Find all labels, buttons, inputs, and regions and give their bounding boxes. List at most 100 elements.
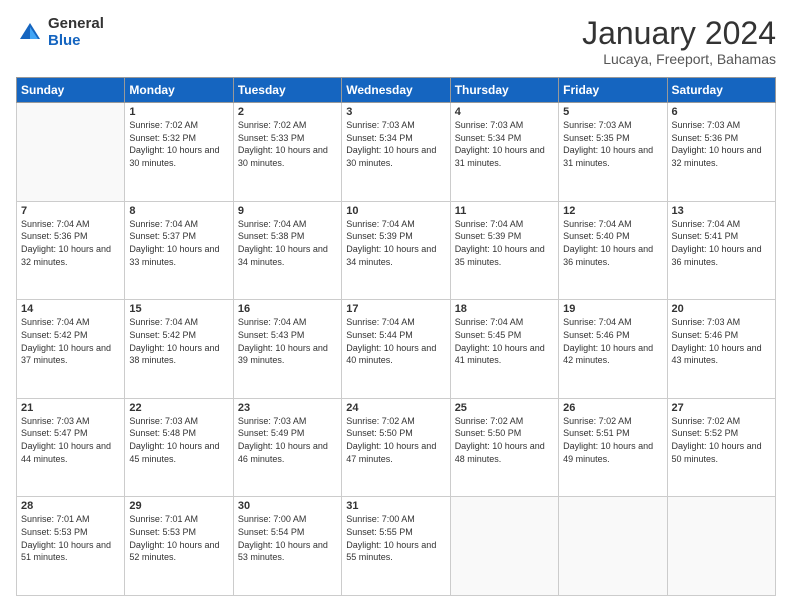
col-wednesday: Wednesday (342, 78, 450, 103)
table-row: 15 Sunrise: 7:04 AMSunset: 5:42 PMDaylig… (125, 300, 233, 399)
day-number: 15 (129, 303, 228, 315)
table-row: 25 Sunrise: 7:02 AMSunset: 5:50 PMDaylig… (450, 398, 558, 497)
table-row: 2 Sunrise: 7:02 AMSunset: 5:33 PMDayligh… (233, 103, 341, 202)
day-info: Sunrise: 7:03 AMSunset: 5:34 PMDaylight:… (346, 120, 436, 168)
day-number: 21 (21, 402, 120, 414)
day-number: 5 (563, 106, 662, 118)
day-info: Sunrise: 7:04 AMSunset: 5:39 PMDaylight:… (455, 219, 545, 267)
table-row: 31 Sunrise: 7:00 AMSunset: 5:55 PMDaylig… (342, 497, 450, 596)
col-saturday: Saturday (667, 78, 775, 103)
table-row: 13 Sunrise: 7:04 AMSunset: 5:41 PMDaylig… (667, 201, 775, 300)
day-info: Sunrise: 7:04 AMSunset: 5:46 PMDaylight:… (563, 317, 653, 365)
logo-general-text: General (48, 16, 104, 33)
day-info: Sunrise: 7:03 AMSunset: 5:48 PMDaylight:… (129, 416, 219, 464)
table-row: 9 Sunrise: 7:04 AMSunset: 5:38 PMDayligh… (233, 201, 341, 300)
day-info: Sunrise: 7:04 AMSunset: 5:45 PMDaylight:… (455, 317, 545, 365)
table-row (667, 497, 775, 596)
col-tuesday: Tuesday (233, 78, 341, 103)
day-info: Sunrise: 7:04 AMSunset: 5:36 PMDaylight:… (21, 219, 111, 267)
day-number: 19 (563, 303, 662, 315)
table-row: 29 Sunrise: 7:01 AMSunset: 5:53 PMDaylig… (125, 497, 233, 596)
day-info: Sunrise: 7:03 AMSunset: 5:49 PMDaylight:… (238, 416, 328, 464)
table-row: 22 Sunrise: 7:03 AMSunset: 5:48 PMDaylig… (125, 398, 233, 497)
table-row: 24 Sunrise: 7:02 AMSunset: 5:50 PMDaylig… (342, 398, 450, 497)
table-row: 11 Sunrise: 7:04 AMSunset: 5:39 PMDaylig… (450, 201, 558, 300)
calendar: Sunday Monday Tuesday Wednesday Thursday… (16, 77, 776, 596)
table-row: 19 Sunrise: 7:04 AMSunset: 5:46 PMDaylig… (559, 300, 667, 399)
day-number: 16 (238, 303, 337, 315)
calendar-header-row: Sunday Monday Tuesday Wednesday Thursday… (17, 78, 776, 103)
day-info: Sunrise: 7:03 AMSunset: 5:34 PMDaylight:… (455, 120, 545, 168)
table-row: 26 Sunrise: 7:02 AMSunset: 5:51 PMDaylig… (559, 398, 667, 497)
day-info: Sunrise: 7:04 AMSunset: 5:40 PMDaylight:… (563, 219, 653, 267)
logo-icon (16, 19, 44, 47)
day-number: 9 (238, 205, 337, 217)
day-number: 10 (346, 205, 445, 217)
table-row: 3 Sunrise: 7:03 AMSunset: 5:34 PMDayligh… (342, 103, 450, 202)
day-number: 27 (672, 402, 771, 414)
day-info: Sunrise: 7:04 AMSunset: 5:38 PMDaylight:… (238, 219, 328, 267)
table-row: 14 Sunrise: 7:04 AMSunset: 5:42 PMDaylig… (17, 300, 125, 399)
table-row: 10 Sunrise: 7:04 AMSunset: 5:39 PMDaylig… (342, 201, 450, 300)
logo-text: General Blue (48, 16, 104, 49)
table-row: 1 Sunrise: 7:02 AMSunset: 5:32 PMDayligh… (125, 103, 233, 202)
header-right: January 2024 Lucaya, Freeport, Bahamas (582, 16, 776, 67)
day-number: 6 (672, 106, 771, 118)
day-number: 4 (455, 106, 554, 118)
day-number: 20 (672, 303, 771, 315)
day-info: Sunrise: 7:00 AMSunset: 5:55 PMDaylight:… (346, 514, 436, 562)
day-number: 3 (346, 106, 445, 118)
location: Lucaya, Freeport, Bahamas (582, 51, 776, 67)
col-monday: Monday (125, 78, 233, 103)
day-number: 12 (563, 205, 662, 217)
day-info: Sunrise: 7:02 AMSunset: 5:33 PMDaylight:… (238, 120, 328, 168)
day-info: Sunrise: 7:04 AMSunset: 5:37 PMDaylight:… (129, 219, 219, 267)
day-info: Sunrise: 7:03 AMSunset: 5:47 PMDaylight:… (21, 416, 111, 464)
table-row: 28 Sunrise: 7:01 AMSunset: 5:53 PMDaylig… (17, 497, 125, 596)
table-row: 16 Sunrise: 7:04 AMSunset: 5:43 PMDaylig… (233, 300, 341, 399)
table-row: 18 Sunrise: 7:04 AMSunset: 5:45 PMDaylig… (450, 300, 558, 399)
day-info: Sunrise: 7:04 AMSunset: 5:41 PMDaylight:… (672, 219, 762, 267)
page: General Blue January 2024 Lucaya, Freepo… (0, 0, 792, 612)
day-info: Sunrise: 7:02 AMSunset: 5:50 PMDaylight:… (346, 416, 436, 464)
day-number: 31 (346, 500, 445, 512)
day-info: Sunrise: 7:01 AMSunset: 5:53 PMDaylight:… (21, 514, 111, 562)
table-row: 23 Sunrise: 7:03 AMSunset: 5:49 PMDaylig… (233, 398, 341, 497)
table-row (559, 497, 667, 596)
table-row: 21 Sunrise: 7:03 AMSunset: 5:47 PMDaylig… (17, 398, 125, 497)
col-sunday: Sunday (17, 78, 125, 103)
calendar-body: 1 Sunrise: 7:02 AMSunset: 5:32 PMDayligh… (17, 103, 776, 596)
day-number: 23 (238, 402, 337, 414)
table-row (450, 497, 558, 596)
day-number: 7 (21, 205, 120, 217)
month-title: January 2024 (582, 16, 776, 51)
day-number: 2 (238, 106, 337, 118)
day-number: 28 (21, 500, 120, 512)
header: General Blue January 2024 Lucaya, Freepo… (16, 16, 776, 67)
table-row (17, 103, 125, 202)
table-row: 7 Sunrise: 7:04 AMSunset: 5:36 PMDayligh… (17, 201, 125, 300)
day-info: Sunrise: 7:01 AMSunset: 5:53 PMDaylight:… (129, 514, 219, 562)
col-friday: Friday (559, 78, 667, 103)
day-info: Sunrise: 7:04 AMSunset: 5:42 PMDaylight:… (21, 317, 111, 365)
table-row: 6 Sunrise: 7:03 AMSunset: 5:36 PMDayligh… (667, 103, 775, 202)
day-number: 8 (129, 205, 228, 217)
day-number: 13 (672, 205, 771, 217)
table-row: 20 Sunrise: 7:03 AMSunset: 5:46 PMDaylig… (667, 300, 775, 399)
table-row: 8 Sunrise: 7:04 AMSunset: 5:37 PMDayligh… (125, 201, 233, 300)
day-info: Sunrise: 7:04 AMSunset: 5:44 PMDaylight:… (346, 317, 436, 365)
day-number: 17 (346, 303, 445, 315)
day-number: 18 (455, 303, 554, 315)
day-info: Sunrise: 7:03 AMSunset: 5:35 PMDaylight:… (563, 120, 653, 168)
table-row: 4 Sunrise: 7:03 AMSunset: 5:34 PMDayligh… (450, 103, 558, 202)
table-row: 12 Sunrise: 7:04 AMSunset: 5:40 PMDaylig… (559, 201, 667, 300)
table-row: 27 Sunrise: 7:02 AMSunset: 5:52 PMDaylig… (667, 398, 775, 497)
day-info: Sunrise: 7:02 AMSunset: 5:52 PMDaylight:… (672, 416, 762, 464)
day-info: Sunrise: 7:04 AMSunset: 5:42 PMDaylight:… (129, 317, 219, 365)
day-number: 24 (346, 402, 445, 414)
logo-blue-text: Blue (48, 33, 104, 50)
day-info: Sunrise: 7:02 AMSunset: 5:50 PMDaylight:… (455, 416, 545, 464)
day-info: Sunrise: 7:00 AMSunset: 5:54 PMDaylight:… (238, 514, 328, 562)
table-row: 30 Sunrise: 7:00 AMSunset: 5:54 PMDaylig… (233, 497, 341, 596)
logo: General Blue (16, 16, 104, 49)
